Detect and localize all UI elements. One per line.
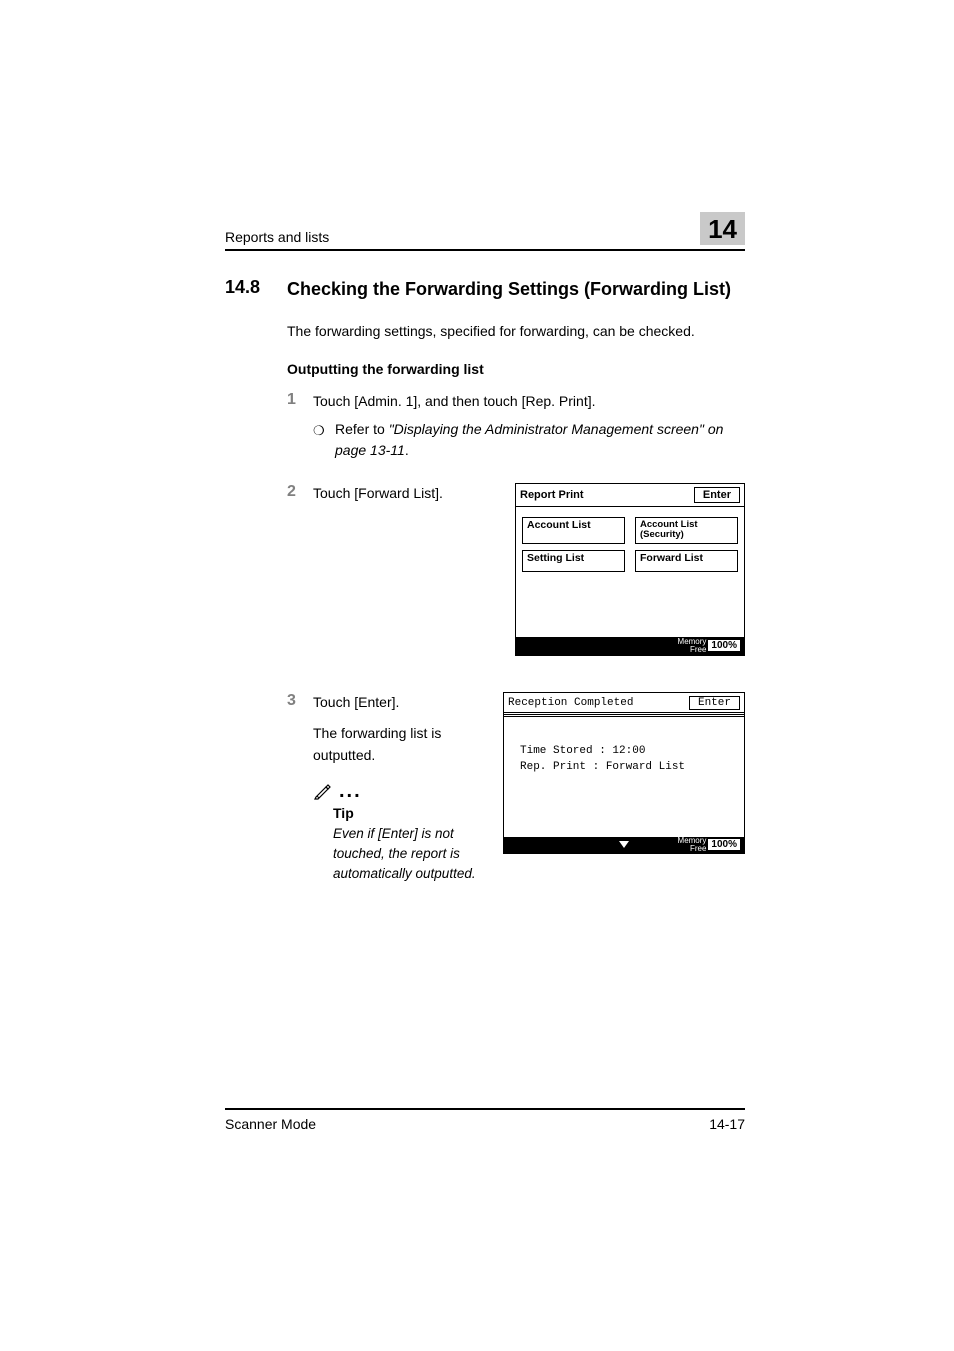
panel-header: Report Print Enter bbox=[516, 484, 744, 507]
chapter-number-box: 14 bbox=[700, 212, 745, 245]
panel2-header: Reception Completed Enter bbox=[504, 693, 744, 711]
tip-block: ... Tip Even if [Enter] is not touched, … bbox=[313, 781, 503, 883]
footer-rule bbox=[225, 1108, 745, 1110]
circle-bullet-icon: ❍ bbox=[313, 419, 335, 461]
tip-text: Even if [Enter] is not touched, the repo… bbox=[333, 824, 503, 883]
step-2-row: 2 Touch [Forward List]. Report Print Ent… bbox=[287, 483, 745, 656]
step-3-number: 3 bbox=[287, 692, 313, 883]
account-list-security-button[interactable]: Account List (Security) bbox=[635, 517, 738, 544]
page-footer: Scanner Mode 14-17 bbox=[225, 1108, 745, 1132]
account-list-button[interactable]: Account List bbox=[522, 517, 625, 544]
step-1: 1 Touch [Admin. 1], and then touch [Rep.… bbox=[287, 391, 745, 479]
ref-suffix: . bbox=[405, 442, 409, 458]
step-3-text: Touch [Enter]. bbox=[313, 692, 503, 714]
running-head: Reports and lists bbox=[225, 229, 329, 245]
reception-panel: Reception Completed Enter Time Stored : … bbox=[503, 692, 745, 854]
panel-footer: Memory Free 100% bbox=[516, 637, 744, 655]
page-header: Reports and lists 14 bbox=[225, 212, 745, 245]
memory-percent-2: 100% bbox=[708, 839, 740, 850]
enter-button[interactable]: Enter bbox=[694, 487, 740, 503]
subsection-heading: Outputting the forwarding list bbox=[287, 361, 745, 377]
footer-left: Scanner Mode bbox=[225, 1116, 316, 1132]
ref-prefix: Refer to bbox=[335, 421, 389, 437]
step-3-row: 3 Touch [Enter]. The forwarding list is … bbox=[287, 692, 745, 887]
time-stored-line: Time Stored : 12:00 bbox=[520, 745, 734, 757]
panel2-title: Reception Completed bbox=[508, 697, 633, 709]
step-1-subitem: ❍ Refer to "Displaying the Administrator… bbox=[313, 419, 745, 461]
panel-title: Report Print bbox=[520, 489, 584, 501]
panel2-footer: Memory Free 100% bbox=[504, 837, 744, 853]
cross-reference: "Displaying the Administrator Management… bbox=[335, 421, 723, 458]
page-content: Reports and lists 14 14.8 Checking the F… bbox=[225, 212, 745, 887]
section-heading: 14.8 Checking the Forwarding Settings (F… bbox=[287, 277, 745, 301]
memory-free-label: Memory Free bbox=[678, 638, 707, 654]
tip-dots-icon: ... bbox=[339, 786, 362, 796]
step-3: 3 Touch [Enter]. The forwarding list is … bbox=[287, 692, 503, 883]
section-intro: The forwarding settings, specified for f… bbox=[287, 321, 745, 343]
setting-list-button[interactable]: Setting List bbox=[522, 550, 625, 572]
scroll-down-icon[interactable] bbox=[619, 841, 629, 848]
forward-list-button[interactable]: Forward List bbox=[635, 550, 738, 572]
header-rule bbox=[225, 249, 745, 251]
report-print-panel: Report Print Enter Account List Account … bbox=[515, 483, 745, 656]
step-1-text: Touch [Admin. 1], and then touch [Rep. P… bbox=[313, 391, 745, 413]
step-3-result: The forwarding list is outputted. bbox=[313, 723, 503, 766]
tip-label: Tip bbox=[333, 803, 503, 825]
footer-page-number: 14-17 bbox=[709, 1116, 745, 1132]
step-2: 2 Touch [Forward List]. bbox=[287, 483, 515, 505]
pencil-icon bbox=[313, 781, 333, 801]
rep-print-line: Rep. Print : Forward List bbox=[520, 761, 734, 773]
section-number: 14.8 bbox=[225, 277, 287, 301]
memory-percent: 100% bbox=[708, 640, 740, 651]
enter-button-2[interactable]: Enter bbox=[689, 696, 740, 710]
step-1-number: 1 bbox=[287, 391, 313, 479]
step-2-text: Touch [Forward List]. bbox=[313, 483, 515, 505]
section-title: Checking the Forwarding Settings (Forwar… bbox=[287, 277, 731, 301]
step-2-number: 2 bbox=[287, 483, 313, 505]
memory-free-label-2: Memory Free bbox=[678, 837, 707, 853]
